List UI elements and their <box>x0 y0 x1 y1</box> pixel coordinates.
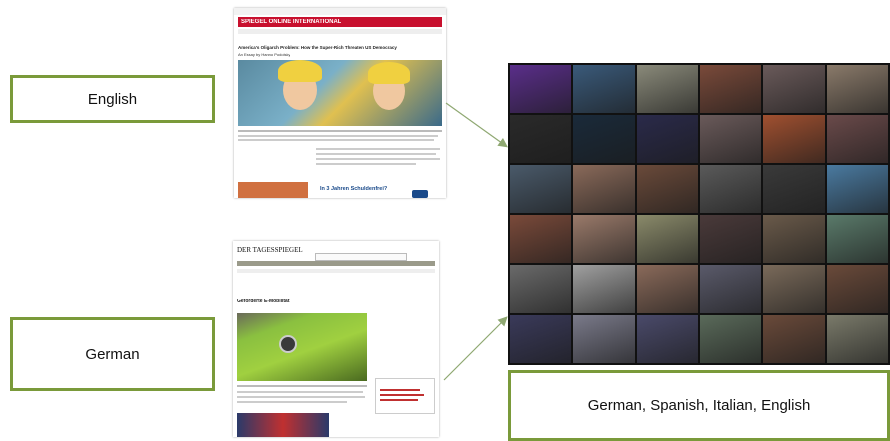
english-arrow <box>445 102 508 148</box>
german-arrow <box>443 316 508 381</box>
arrows-layer <box>443 102 508 381</box>
